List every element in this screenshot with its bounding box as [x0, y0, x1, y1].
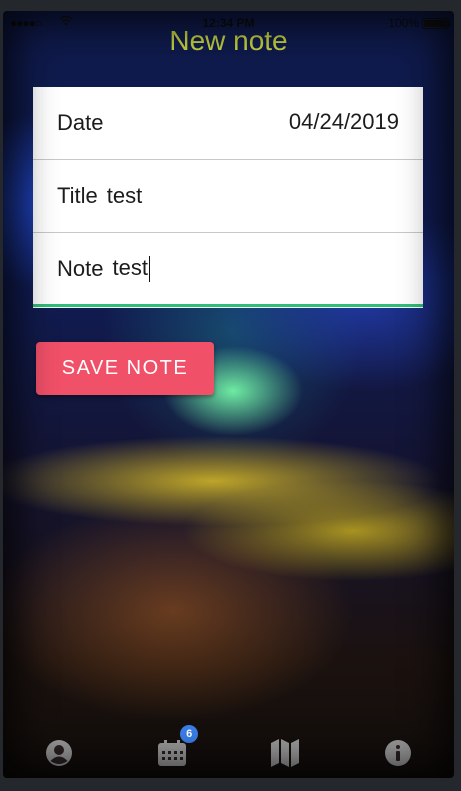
date-field[interactable]: Date 04/24/2019 [33, 87, 423, 160]
title-label: Title [57, 183, 98, 208]
calendar-icon [157, 739, 187, 767]
text-cursor [148, 256, 151, 283]
note-input[interactable]: test [112, 254, 151, 283]
note-label: Note [57, 255, 104, 281]
page-title: New note [169, 25, 288, 56]
user-icon [45, 739, 73, 767]
tab-calendar[interactable]: 6 [116, 725, 229, 767]
tab-bar: 6 [3, 725, 454, 778]
note-field[interactable]: Note test [33, 233, 423, 307]
app-screen: ●●●●○ 12:34 PM 100% New note Date 04/24/… [3, 11, 454, 778]
note-form: Date 04/24/2019 Title test Note test [33, 87, 423, 308]
tab-map[interactable] [229, 738, 342, 768]
notification-badge: 6 [180, 725, 199, 743]
date-value[interactable]: 04/24/2019 [289, 109, 399, 135]
date-label: Date [57, 110, 104, 135]
save-note-button[interactable]: SAVE NOTE [36, 342, 214, 395]
title-field[interactable]: Title test [33, 160, 423, 233]
note-input-value: test [112, 254, 148, 280]
tab-info[interactable] [341, 739, 454, 767]
title-input[interactable]: test [107, 183, 142, 209]
map-icon [269, 738, 301, 768]
tab-profile[interactable] [3, 739, 116, 767]
info-icon [384, 739, 412, 767]
